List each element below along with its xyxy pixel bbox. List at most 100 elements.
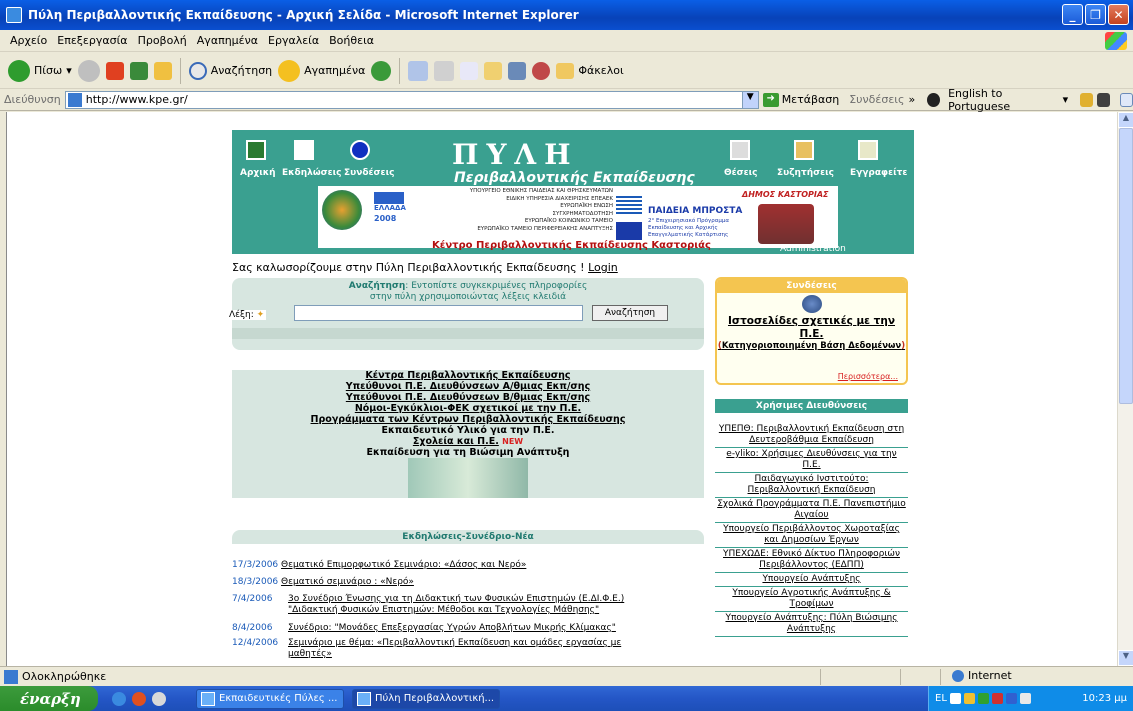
go-button[interactable]: ➜ Μετάβαση [762,92,839,107]
useful-link[interactable]: Υπουργείο Ανάπτυξης [715,573,908,587]
register-nav-icon[interactable] [858,140,878,160]
home-button[interactable] [153,61,172,80]
scroll-down-icon[interactable]: ▼ [1118,650,1133,666]
useful-link[interactable]: Υπουργείο Ανάπτυξης: Πύλη Βιώσιμης Ανάπτ… [715,612,908,637]
forward-button[interactable] [77,59,100,82]
scroll-up-icon[interactable]: ▲ [1118,112,1133,128]
link-kpe-centers[interactable]: Κέντρα Περιβαλλοντικής Εκπαίδευσης [365,370,570,381]
related-sites-link[interactable]: Ιστοσελίδες σχετικές με την Π.Ε. [717,315,906,341]
tray-icon[interactable] [963,693,975,704]
link-pe-secondary[interactable]: Υπεύθυνοι Π.Ε. Διευθύνσεων Β/θμιας Εκπ/σ… [346,392,590,403]
menu-view[interactable]: Προβολή [138,34,187,47]
nav-events[interactable]: Εκδηλώσεις [282,168,342,178]
more-link[interactable]: Περισσότερα... [838,372,898,381]
back-arrow-icon [8,59,30,82]
discussions-nav-icon[interactable] [794,140,814,160]
login-link[interactable]: Login [588,261,618,274]
ie-quicklaunch-icon[interactable] [112,691,126,706]
address-dropdown-icon[interactable]: ▼ [741,91,758,108]
messenger-button[interactable] [532,61,551,80]
useful-link[interactable]: e-yliko: Χρήσιμες Διευθύνσεις για την Π.… [715,448,908,473]
nav-home[interactable]: Αρχική [240,168,276,178]
word-icon [201,691,215,706]
useful-link[interactable]: Υπουργείο Αγροτικής Ανάπτυξης & Τροφίμων [715,587,908,612]
address-input[interactable]: http://www.kpe.gr/ ▼ [64,90,759,109]
nav-discussions[interactable]: Συζητήσεις [777,168,834,178]
favorites-button[interactable]: Αγαπημένα [278,59,365,82]
kpe-logo-icon [322,190,362,230]
tray-icon[interactable] [991,693,1003,704]
discuss-button[interactable] [484,61,503,80]
folders-button[interactable]: Φάκελοι [556,62,624,79]
chevron-right-icon[interactable]: » [908,93,915,106]
menu-help[interactable]: Βοήθεια [329,34,374,47]
useful-link[interactable]: Υπουργείο Περιβάλλοντος Χωροταξίας και Δ… [715,523,908,548]
positions-nav-icon[interactable] [730,140,750,160]
links-label[interactable]: Συνδέσεις [849,93,904,106]
search-panel: Αναζήτηση: Εντοπίστε συγκεκριμένες πληρο… [227,278,704,350]
translate-icon[interactable] [927,92,941,107]
scroll-thumb[interactable] [1119,128,1133,404]
search-button[interactable]: Αναζήτηση [188,61,272,80]
minimize-button[interactable]: _ [1062,4,1083,25]
search-label: Λέξη: ✦ [227,310,267,320]
translate-select[interactable]: English to Portuguese [948,87,1058,113]
vertical-scrollbar[interactable]: ▲ ▼ [1117,112,1133,666]
menu-tools[interactable]: Εργαλεία [268,34,319,47]
menu-edit[interactable]: Επεξεργασία [57,34,127,47]
news-panel: Εκδηλώσεις-Συνέδριο-Νέα 17/3/2006 Θεματι… [232,530,704,666]
useful-link[interactable]: Παιδαγωγικό Ινστιτούτο: Περιβαλλοντική Ε… [715,473,908,498]
maximize-button[interactable]: ❐ [1085,4,1106,25]
useful-link[interactable]: ΥΠΕΧΩΔΕ: Εθνικό Δίκτυο Πληροφοριών Περιβ… [715,548,908,573]
nav-positions[interactable]: Θέσεις [724,168,758,178]
link-sustainable-development[interactable]: Εκπαίδευση για τη Βιώσιμη Ανάπτυξη [367,447,570,458]
language-indicator[interactable]: EL [935,693,947,704]
paideia-logo: ΠΑΙΔΕΙΑ ΜΠΡΟΣΤΑ [648,206,743,216]
firefox-quicklaunch-icon[interactable] [132,691,146,706]
dictionary-icon[interactable] [1080,92,1093,107]
home-nav-icon[interactable] [246,140,266,160]
media-quicklaunch-icon[interactable] [152,691,166,706]
links-panel-header: Συνδέσεις [717,279,906,293]
links-nav-icon[interactable] [350,140,370,160]
menu-favorites[interactable]: Αγαπημένα [197,34,258,47]
menu-file[interactable]: Αρχείο [10,34,47,47]
refresh-button[interactable] [129,61,148,80]
useful-link[interactable]: Σχολικά Προγράμματα Π.Ε. Πανεπιστήμιο Αι… [715,498,908,523]
site-subtitle: Περιβαλλοντικής Εκπαίδευσης [454,170,695,186]
link-pe-primary[interactable]: Υπεύθυνοι Π.Ε. Διευθύνσεων Α/θμιας Εκπ/σ… [346,381,590,392]
toolbar: Πίσω ▾ Αναζήτηση Αγαπημένα Φάκελοι [0,53,1133,89]
link-laws[interactable]: Νόμοι-Εγκύκλιοι-ΦΕΚ σχετικοί με την Π.Ε. [355,403,581,414]
tray-icon[interactable] [949,693,961,704]
print-button[interactable] [434,60,455,81]
research-button[interactable] [508,61,527,80]
edit-button[interactable] [460,61,479,80]
search-input[interactable] [294,305,583,321]
taskbar-item[interactable]: Εκπαιδευτικές Πύλες ... [196,688,344,709]
volume-icon[interactable] [1019,693,1031,704]
stop-button[interactable] [105,61,124,80]
taskbar-item-active[interactable]: Πύλη Περιβαλλοντική... [352,688,500,709]
link-educational-material[interactable]: Εκπαιδευτικό Υλικό για την Π.Ε. [381,425,554,436]
history-button[interactable] [371,60,392,81]
admin-link[interactable]: Administration [780,244,846,254]
nav-register[interactable]: Εγγραφείτε [850,168,907,178]
chinese-dict-icon[interactable] [1097,92,1110,107]
link-schools[interactable]: Σχολεία και Π.Ε. [413,436,499,447]
search-submit-button[interactable]: Αναζήτηση [592,305,668,321]
nav-links[interactable]: Συνδέσεις [344,168,394,178]
back-button[interactable]: Πίσω ▾ [8,59,72,82]
chevron-down-icon[interactable]: ▾ [1063,93,1069,106]
useful-link[interactable]: ΥΠΕΠΘ: Περιβαλλοντική Εκπαίδευση στη Δευ… [715,423,908,448]
link-kpe-programs[interactable]: Προγράμματα των Κέντρων Περιβαλλοντικής … [311,414,626,425]
taskbar: έναρξη Εκπαιδευτικές Πύλες ... Πύλη Περι… [0,686,1133,711]
help-icon[interactable] [1119,92,1133,107]
mail-button[interactable] [408,60,429,81]
tray-icon[interactable] [977,693,989,704]
close-button[interactable]: ✕ [1108,4,1129,25]
categorized-db-link[interactable]: Κατηγοριοποιημένη Βάση Δεδομένων [722,341,901,351]
folder-icon [556,62,575,79]
events-nav-icon[interactable] [294,140,314,160]
tray-icon[interactable] [1005,693,1017,704]
start-button[interactable]: έναρξη [0,686,98,711]
